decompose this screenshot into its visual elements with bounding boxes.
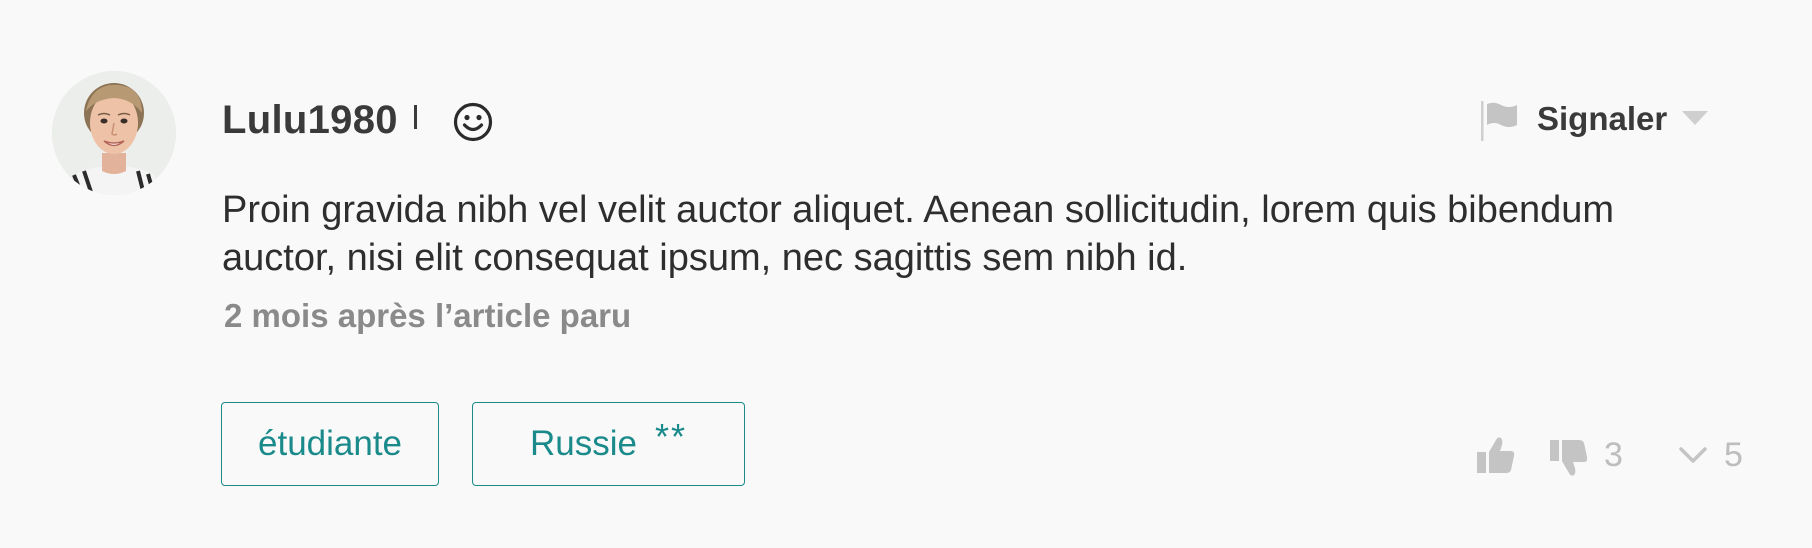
flag-icon[interactable]	[1481, 101, 1521, 141]
tag-stars: **	[655, 416, 688, 457]
dislike-count: 3	[1604, 436, 1623, 474]
report-button[interactable]: Signaler	[1537, 98, 1667, 140]
separator	[414, 105, 417, 129]
comment-card: Lulu1980 Signaler Proin gravida nibh vel…	[0, 0, 1812, 548]
tag-etudiante[interactable]: étudiante	[221, 402, 439, 486]
tag-label: étudiante	[258, 424, 403, 463]
chevron-down-icon[interactable]	[1678, 445, 1708, 467]
smiley-face-icon	[453, 102, 493, 142]
thumbs-up-icon[interactable]	[1476, 435, 1516, 475]
avatar[interactable]	[52, 71, 176, 195]
thumbs-down-icon[interactable]	[1549, 438, 1589, 478]
timestamp: 2 mois après l’article paru	[224, 297, 632, 334]
tag-label: Russie	[530, 424, 637, 463]
comment-text: Proin gravida nibh vel velit auctor aliq…	[222, 189, 1615, 279]
username[interactable]: Lulu1980	[222, 96, 398, 144]
chevron-down-icon[interactable]	[1680, 108, 1710, 128]
tag-russie[interactable]: Russie **	[472, 402, 745, 486]
replies-count[interactable]: 5	[1724, 435, 1743, 475]
